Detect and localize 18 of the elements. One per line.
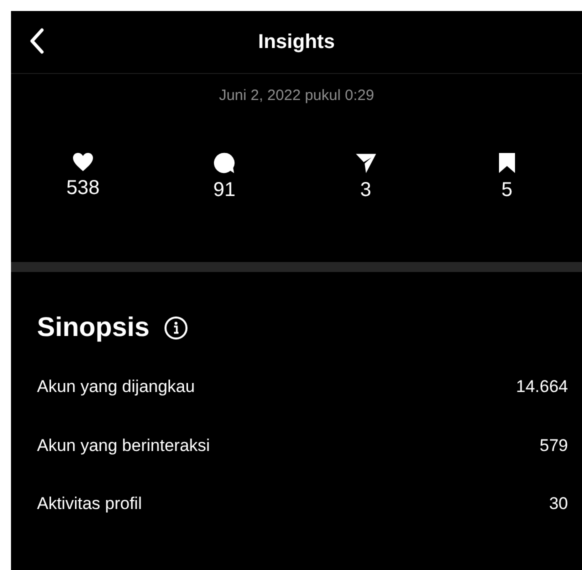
heart-icon: [72, 152, 94, 172]
metric-value: 30: [549, 494, 568, 515]
section-title: Sinopsis: [37, 312, 150, 343]
screen-title: Insights: [258, 30, 335, 54]
metric-value: 579: [540, 436, 568, 456]
post-date: Juni 2, 2022 pukul 0:29: [218, 86, 376, 104]
stat-count: 3: [360, 179, 372, 202]
stat-count: 538: [66, 177, 100, 200]
metric-label: Akun yang dijangkau: [37, 377, 195, 398]
metric-label: Aktivitas profil: [37, 494, 142, 515]
speech-bubble-icon: [213, 152, 236, 174]
stat-count: 5: [501, 179, 513, 202]
info-icon[interactable]: [164, 316, 188, 340]
paper-plane-icon: [354, 152, 377, 174]
stat-count: 91: [213, 179, 236, 202]
metric-value: 14.664: [516, 377, 568, 398]
bookmark-icon: [498, 152, 516, 174]
metric-label: Akun yang berinteraksi: [37, 436, 210, 456]
